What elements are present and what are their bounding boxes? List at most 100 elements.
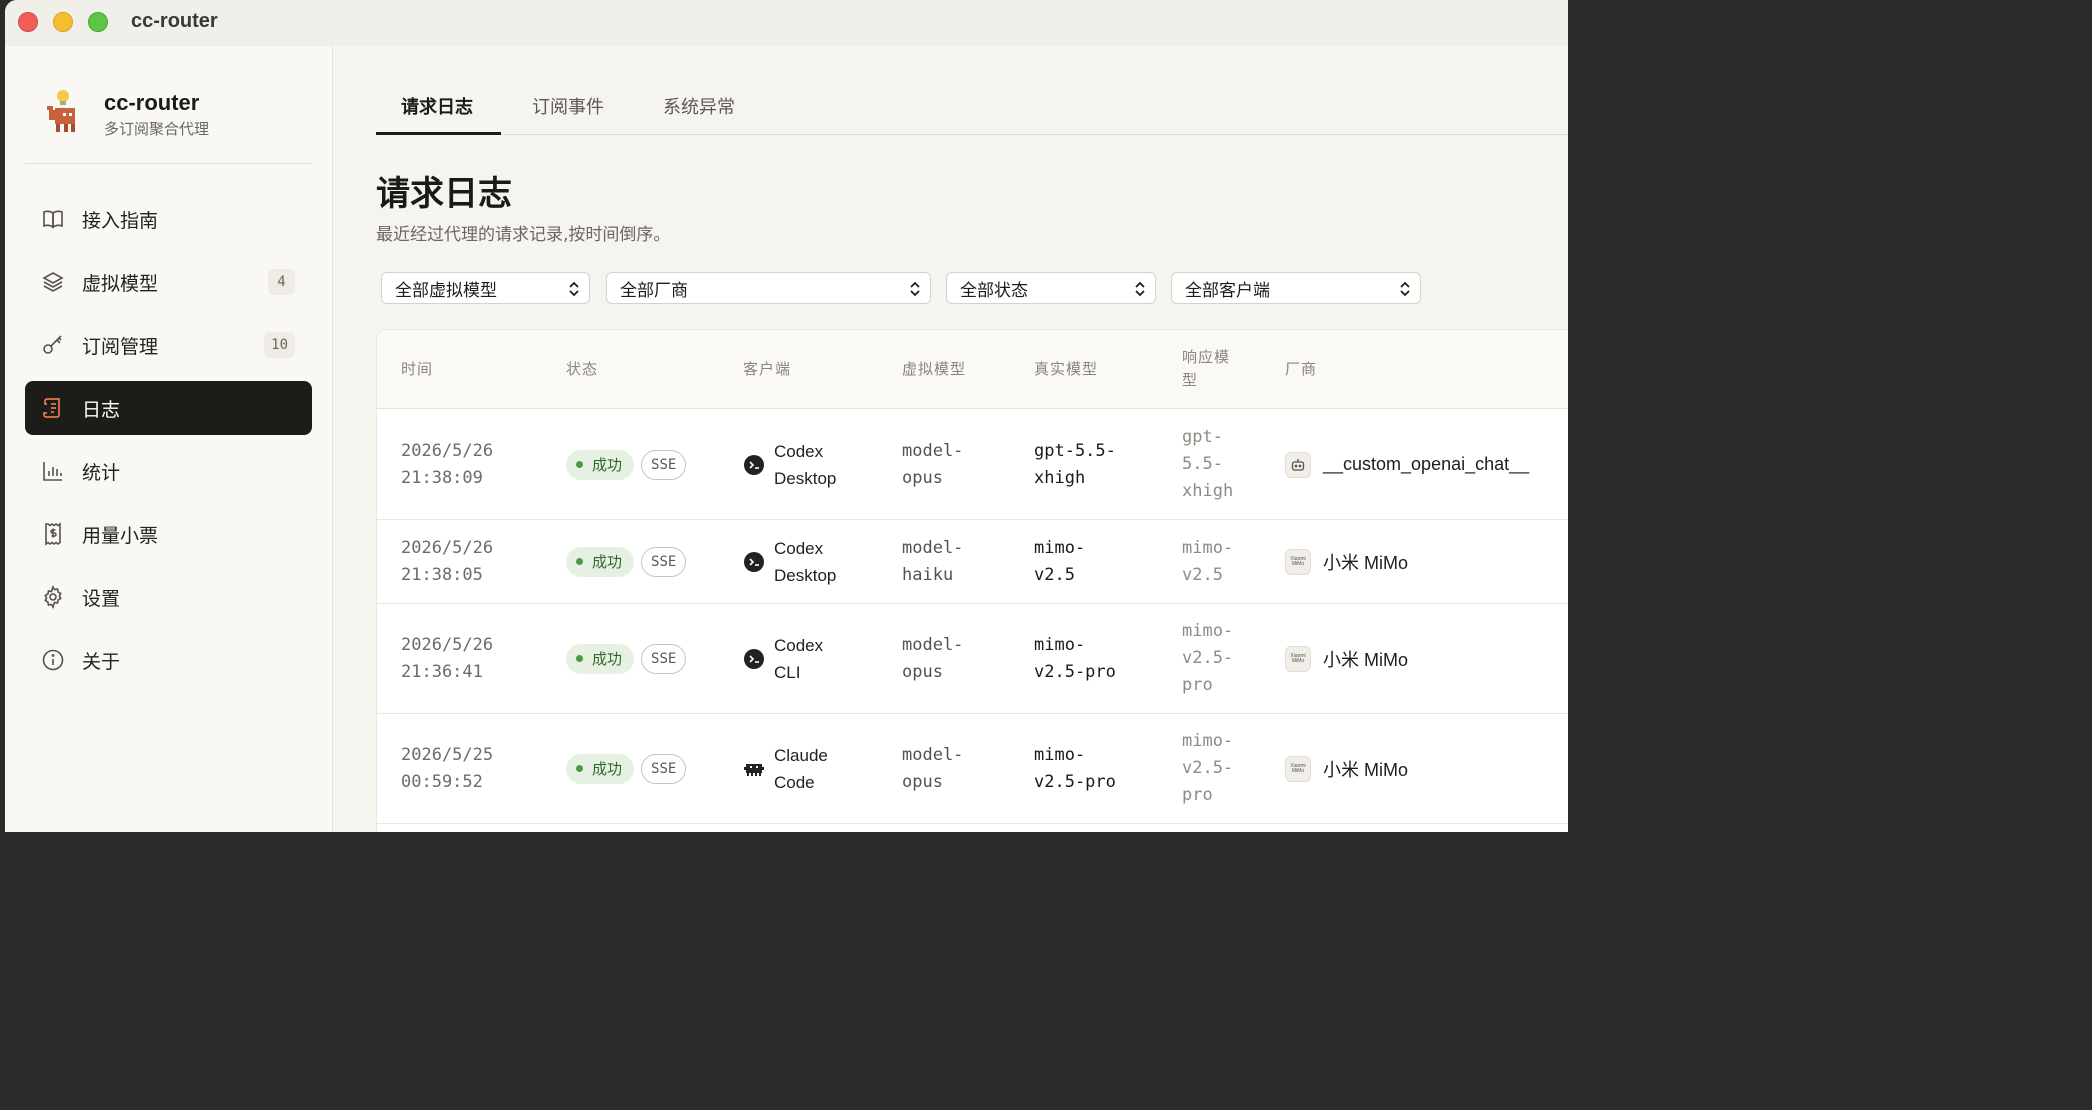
brand-name: cc-router: [104, 90, 200, 115]
response-model-cell: mimo-v2.5: [1182, 520, 1233, 603]
client-cell: Claude Code: [743, 714, 828, 823]
chevron-updown-icon: [910, 281, 920, 297]
bar-chart-icon: [41, 459, 65, 483]
client-filter[interactable]: 全部客户端: [1171, 272, 1421, 304]
codex-icon: [744, 454, 764, 475]
table-row[interactable]: 2026/5/26 21:36:41 成功 SSE Codex CLI model-…: [377, 604, 1568, 714]
time-cell: 2026/5/25 00:59:52: [401, 714, 493, 823]
stream-mode-badge: SSE: [641, 753, 687, 784]
minimize-window-button[interactable]: [53, 12, 73, 32]
sidebar-item-label: 订阅管理: [82, 335, 159, 358]
client-name: Codex: [774, 635, 824, 655]
model-text: mimo-: [1182, 621, 1234, 641]
codex-icon: [744, 551, 764, 572]
clock-text: 00:59:52: [401, 771, 483, 792]
header-line: 型: [1182, 371, 1199, 389]
vendor-cell: Xiaomi MiMo 小米 MiMo: [1285, 714, 1408, 823]
client-name: Codex: [774, 538, 824, 558]
virtual-model-filter[interactable]: 全部虚拟模型: [381, 272, 590, 304]
model-text: model-: [902, 440, 964, 461]
table-row[interactable]: 2026/5/25 00:59:52 成功 SSE Claude Code mode…: [377, 714, 1568, 824]
model-text: gpt-: [1182, 427, 1223, 447]
model-text: mimo-: [1182, 731, 1234, 751]
column-header-virtual-model: 虚拟模型: [902, 360, 967, 378]
model-text: 5.5-: [1182, 454, 1223, 474]
key-icon: [41, 333, 65, 357]
model-text: mimo-: [1034, 537, 1086, 558]
tab-request-logs[interactable]: 请求日志: [401, 93, 473, 119]
sidebar-item-about[interactable]: 关于: [25, 633, 312, 687]
close-window-button[interactable]: [18, 12, 38, 32]
sidebar-item-logs[interactable]: 日志: [25, 381, 312, 435]
model-text: mimo-: [1034, 744, 1086, 765]
model-text: v2.5-pro: [1034, 771, 1116, 792]
tab-subscription-events[interactable]: 订阅事件: [532, 93, 604, 119]
sidebar-item-subscriptions[interactable]: 订阅管理 10: [25, 318, 312, 372]
time-cell: 2026/5/26 21:36:41: [401, 604, 493, 713]
column-header-real-model: 真实模型: [1034, 360, 1099, 378]
sidebar-item-settings[interactable]: 设置: [25, 570, 312, 624]
codex-icon: [744, 648, 764, 669]
sidebar: cc-router 多订阅聚合代理 接入指南 虚拟模型 4 订阅管理 10 日志…: [5, 46, 333, 832]
status-filter[interactable]: 全部状态: [946, 272, 1156, 304]
gear-icon: [41, 585, 65, 609]
sidebar-item-usage-receipts[interactable]: 用量小票: [25, 507, 312, 561]
info-icon: [41, 648, 65, 672]
table-row[interactable]: 2026/5/26 21:38:09 成功 SSE Codex Desktop mo…: [377, 410, 1568, 520]
vendor-cell: Xiaomi MiMo 小米 MiMo: [1285, 604, 1408, 713]
model-text: v2.5-pro: [1034, 661, 1116, 682]
vendor-filter[interactable]: 全部厂商: [606, 272, 931, 304]
model-text: gpt-5.5-: [1034, 440, 1116, 461]
robot-icon: [1285, 451, 1311, 478]
clock-text: 21:38:05: [401, 564, 483, 585]
table-row[interactable]: 2026/5/26 21:38:05 成功 SSE Codex Desktop mo…: [377, 520, 1568, 604]
stream-mode-badge: SSE: [641, 449, 687, 480]
client-cell: Codex Desktop: [743, 410, 836, 519]
client-cell: Codex CLI: [743, 604, 823, 713]
column-header-client: 客户端: [743, 360, 792, 378]
status-text: 成功: [592, 650, 623, 668]
model-text: v2.5-: [1182, 758, 1234, 778]
model-text: v2.5-: [1182, 648, 1234, 668]
client-cell: Codex Desktop: [743, 520, 836, 603]
client-name: Claude: [774, 745, 828, 765]
filter-value: 全部状态: [960, 280, 1028, 301]
sidebar-item-virtual-models[interactable]: 虚拟模型 4: [25, 255, 312, 309]
clock-text: 21:38:09: [401, 467, 483, 488]
chevron-updown-icon: [1135, 281, 1145, 297]
status-badge: 成功: [566, 643, 635, 674]
tab-bar: 请求日志 订阅事件 系统异常: [376, 80, 1568, 135]
response-model-cell: mimo-v2.5- pro: [1182, 714, 1233, 823]
zoom-window-button[interactable]: [88, 12, 108, 32]
sidebar-item-label: 虚拟模型: [82, 272, 159, 295]
layers-icon: [41, 270, 65, 294]
sidebar-item-label: 设置: [82, 587, 121, 610]
vendor-cell: Xiaomi MiMo 小米 MiMo: [1285, 520, 1408, 603]
header-line: 响应模: [1182, 348, 1231, 366]
column-header-time: 时间: [401, 360, 434, 378]
column-header-response-model: 响应模 型: [1182, 346, 1230, 392]
page-title: 请求日志: [376, 174, 512, 214]
filter-value: 全部虚拟模型: [395, 280, 497, 301]
status-text: 成功: [592, 553, 623, 571]
date-text: 2026/5/26: [401, 634, 494, 655]
tab-system-errors[interactable]: 系统异常: [663, 93, 735, 119]
status-badge: 成功: [566, 449, 635, 480]
date-text: 2026/5/26: [401, 440, 494, 461]
real-model-cell: mimo-v2.5-pro: [1034, 604, 1116, 713]
icon-text: MiMo: [1291, 767, 1305, 774]
status-text: 成功: [592, 760, 623, 778]
xiaomi-mimo-icon: Xiaomi MiMo: [1285, 645, 1311, 672]
sidebar-item-stats[interactable]: 统计: [25, 444, 312, 498]
chevron-updown-icon: [569, 281, 579, 297]
xiaomi-mimo-icon: Xiaomi MiMo: [1285, 755, 1311, 782]
model-text: xhigh: [1034, 467, 1086, 488]
stream-mode-badge: SSE: [641, 643, 687, 674]
real-model-cell: gpt-5.5- xhigh: [1034, 410, 1116, 519]
table-header: 时间 状态 客户端 虚拟模型 真实模型 响应模 型 厂商: [377, 330, 1568, 409]
status-badge: 成功: [566, 546, 635, 577]
response-model-cell: mimo-v2.5- pro: [1182, 604, 1233, 713]
sidebar-item-guide[interactable]: 接入指南: [25, 192, 312, 246]
sidebar-divider: [25, 163, 312, 164]
vendor-name: 小米 MiMo: [1323, 649, 1408, 670]
